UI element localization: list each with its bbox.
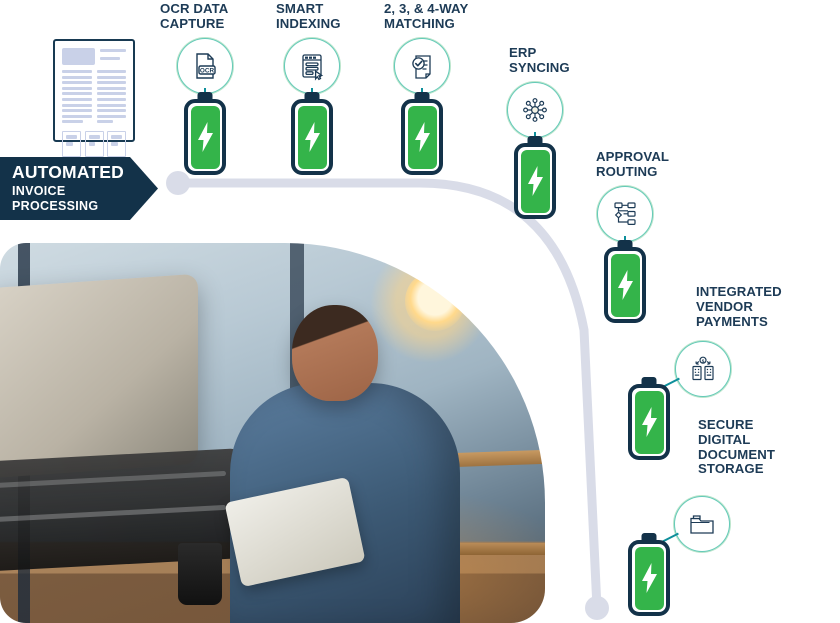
invoice-document	[53, 39, 135, 157]
path-end-dot	[585, 596, 609, 620]
photo-coffee-cup	[178, 543, 222, 605]
ocr-document-icon[interactable]: OCR	[181, 42, 229, 90]
step-label-approval-routing: APPROVAL ROUTING	[596, 149, 670, 179]
step-label-matching: 2, 3, & 4-WAY MATCHING	[384, 1, 469, 31]
battery-integrated-vendor-payments	[628, 377, 670, 460]
folder-icon[interactable]	[678, 500, 726, 548]
battery-secure-digital-document-storage	[628, 533, 670, 616]
network-hub-icon[interactable]	[511, 86, 559, 134]
banner-line-2: INVOICE	[12, 183, 66, 198]
automated-invoice-processing-banner: AUTOMATED INVOICE PROCESSING	[0, 157, 158, 220]
step-label-secure-digital-document-storage: SECURE DIGITAL DOCUMENT STORAGE	[698, 417, 775, 477]
step-label-smart-indexing: SMART INDEXING	[276, 1, 341, 31]
invoice-body-columns	[62, 70, 126, 126]
invoice-header-lines	[100, 48, 126, 65]
step-label-erp-syncing: ERP SYNCING	[509, 45, 570, 75]
lightning-bolt-icon	[617, 270, 633, 300]
office-worker-photo	[0, 243, 545, 623]
invoice-logo-block	[62, 48, 95, 65]
photo-person-head	[292, 305, 378, 401]
lightning-bolt-icon	[197, 122, 213, 152]
photo-desk-lamp	[405, 271, 465, 331]
checklist-clipboard-icon[interactable]	[398, 42, 446, 90]
invoice-summary-box	[62, 130, 81, 157]
lightning-bolt-icon	[641, 563, 657, 593]
invoice-summary-boxes	[62, 130, 126, 157]
photo-monitor	[0, 273, 198, 479]
invoice-column-right	[96, 70, 126, 126]
infographic-canvas: AUTOMATED INVOICE PROCESSING OCR DATA CA…	[0, 0, 840, 623]
banner-line-3: PROCESSING	[12, 198, 99, 213]
flowchart-icon[interactable]	[601, 190, 649, 238]
step-label-integrated-vendor-payments: INTEGRATED VENDOR PAYMENTS	[696, 284, 782, 329]
svg-text:$: $	[702, 358, 705, 363]
invoice-summary-box	[107, 130, 126, 157]
lightning-bolt-icon	[304, 122, 320, 152]
lightning-bolt-icon	[414, 122, 430, 152]
battery-matching	[401, 92, 443, 175]
path-start-dot	[166, 171, 190, 195]
step-label-ocr-data-capture: OCR DATA CAPTURE	[160, 1, 229, 31]
battery-erp-syncing	[514, 136, 556, 219]
invoice-column-left	[62, 70, 92, 126]
battery-approval-routing	[604, 240, 646, 323]
banner-line-1: AUTOMATED	[12, 162, 124, 182]
invoice-summary-box	[84, 130, 104, 157]
lightning-bolt-icon	[641, 407, 657, 437]
lightning-bolt-icon	[527, 166, 543, 196]
building-payment-exchange-icon[interactable]: $	[679, 345, 727, 393]
invoice-header	[62, 48, 126, 65]
battery-ocr-data-capture	[184, 92, 226, 175]
indexed-document-cursor-icon[interactable]	[288, 42, 336, 90]
svg-text:OCR: OCR	[200, 67, 215, 74]
battery-smart-indexing	[291, 92, 333, 175]
